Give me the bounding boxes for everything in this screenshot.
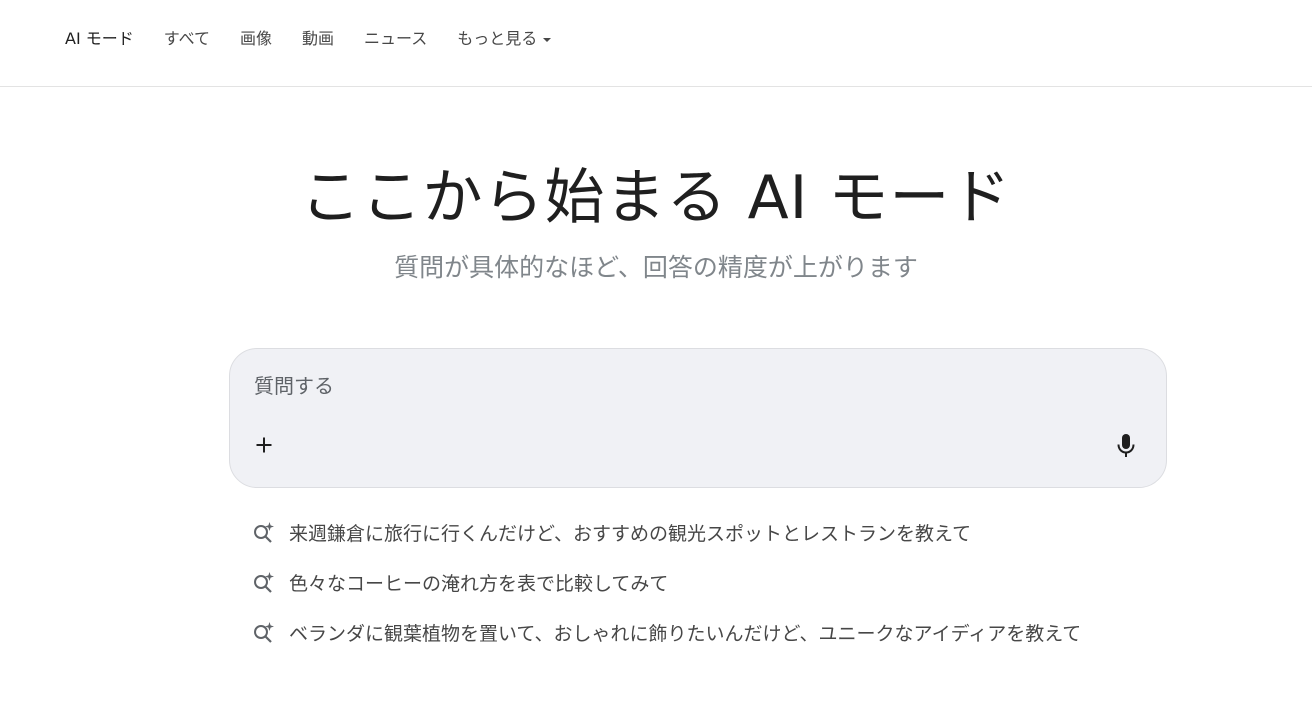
search-input[interactable] [254,369,1114,403]
search-box [229,348,1167,488]
suggestion-text: ベランダに観葉植物を置いて、おしゃれに飾りたいんだけど、ユニークなアイディアを教… [289,622,1082,645]
sparkle-search-icon [253,621,275,643]
tab-more[interactable]: もっと見る [457,27,552,51]
page-subtitle: 質問が具体的なほど、回答の精度が上がります [394,253,918,282]
tab-news[interactable]: ニュース [364,27,427,51]
tab-label: AI モード [65,29,134,48]
suggestion-text: 色々なコーヒーの淹れ方を表で比較してみて [289,572,669,595]
tab-label: ニュース [364,29,428,48]
suggestion-item[interactable]: 来週鎌倉に旅行に行くんだけど、おすすめの観光スポットとレストランを教えて [253,517,1081,547]
sparkle-search-icon [253,571,275,593]
add-attachment-button[interactable] [250,431,278,459]
suggestion-item[interactable]: ベランダに観葉植物を置いて、おしゃれに飾りたいんだけど、ユニークなアイディアを教… [253,617,1081,647]
caret-down-icon [543,38,552,42]
tab-label: 動画 [302,29,335,48]
suggestion-list: 来週鎌倉に旅行に行くんだけど、おすすめの観光スポットとレストランを教えて 色々な… [253,517,1081,667]
page-title: ここから始まる AI モード [300,163,1012,233]
tab-ai-mode[interactable]: AI モード [65,27,134,51]
tab-images[interactable]: 画像 [240,27,272,51]
sparkle-search-icon [253,521,275,543]
top-navigation: AI モード すべて 画像 動画 ニュース もっと見る [0,0,1312,87]
tab-label: すべて [163,29,211,48]
tab-label: もっと見る [457,29,538,48]
plus-icon [256,437,272,453]
search-mode-tabs: AI モード すべて 画像 動画 ニュース もっと見る [65,27,581,51]
microphone-icon [1117,434,1135,457]
tab-videos[interactable]: 動画 [302,27,334,51]
voice-search-button[interactable] [1112,431,1140,461]
tab-label: 画像 [240,29,273,48]
tab-all[interactable]: すべて [164,27,210,51]
suggestion-text: 来週鎌倉に旅行に行くんだけど、おすすめの観光スポットとレストランを教えて [289,522,972,545]
suggestion-item[interactable]: 色々なコーヒーの淹れ方を表で比較してみて [253,567,1081,597]
